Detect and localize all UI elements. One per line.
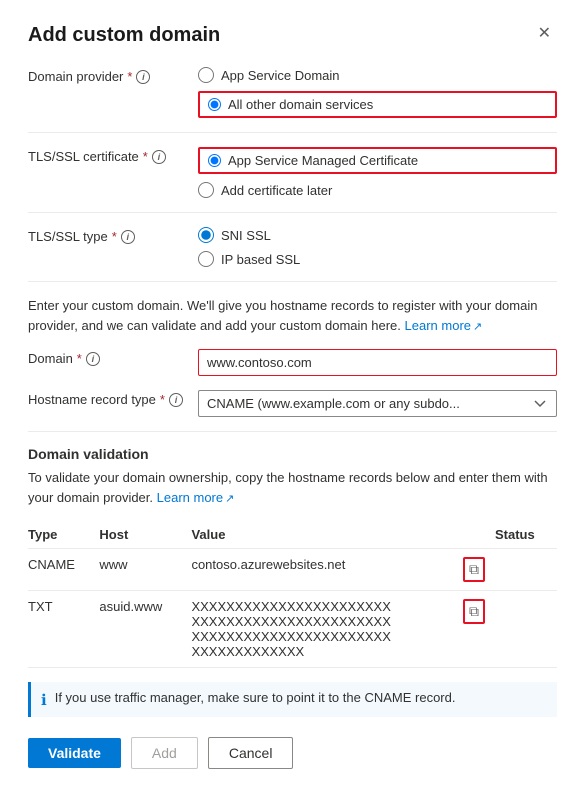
domain-validation-desc: To validate your domain ownership, copy …	[28, 468, 557, 507]
hostname-record-type-row: Hostname record type * i CNAME (www.exam…	[28, 390, 557, 417]
domain-input-wrapper	[198, 349, 557, 376]
required-asterisk-hostname: *	[160, 392, 165, 407]
all-other-domain-radio[interactable]	[208, 98, 221, 111]
app-service-domain-radio[interactable]	[198, 67, 214, 83]
tls-ssl-cert-options: App Service Managed Certificate Add cert…	[198, 147, 557, 198]
domain-provider-info-icon[interactable]: i	[136, 70, 150, 84]
close-button[interactable]: ✕	[532, 24, 557, 44]
txt-status-cell	[495, 591, 557, 668]
app-service-domain-label: App Service Domain	[221, 68, 340, 83]
tls-ssl-type-row: TLS/SSL type * i SNI SSL IP based SSL	[28, 227, 557, 267]
all-other-domain-label: All other domain services	[228, 97, 373, 112]
col-status: Status	[495, 521, 557, 549]
domain-validation-section: Domain validation To validate your domai…	[28, 446, 557, 668]
validation-external-icon: ↗	[225, 491, 234, 508]
tls-ssl-type-label: TLS/SSL type * i	[28, 227, 198, 244]
ip-ssl-radio[interactable]	[198, 251, 214, 267]
cname-status-cell	[495, 549, 557, 591]
copy-icon: ⧉	[469, 561, 479, 578]
hostname-record-select-wrapper: CNAME (www.example.com or any subdo... A…	[198, 390, 557, 417]
add-cert-later-label: Add certificate later	[221, 183, 332, 198]
txt-host-cell: asuid.www	[99, 591, 191, 668]
domain-validation-title: Domain validation	[28, 446, 557, 462]
domain-field-row: Domain * i	[28, 349, 557, 376]
footer-buttons: Validate Add Cancel	[28, 737, 557, 769]
required-asterisk-domain: *	[77, 351, 82, 366]
domain-provider-label: Domain provider * i	[28, 67, 198, 84]
required-asterisk-type: *	[112, 229, 117, 244]
col-value: Value	[191, 521, 461, 549]
hostname-record-type-label: Hostname record type * i	[28, 390, 198, 407]
dialog-title: Add custom domain	[28, 24, 220, 47]
domain-provider-row: Domain provider * i App Service Domain A…	[28, 67, 557, 118]
tls-ssl-certificate-row: TLS/SSL certificate * i App Service Mana…	[28, 147, 557, 198]
cname-value-cell: contoso.azurewebsites.net	[191, 549, 461, 591]
add-cert-later-radio[interactable]	[198, 182, 214, 198]
managed-cert-radio[interactable]	[208, 154, 221, 167]
all-other-domain-highlighted: All other domain services	[198, 91, 557, 118]
ip-ssl-option[interactable]: IP based SSL	[198, 251, 557, 267]
hostname-record-info-icon[interactable]: i	[169, 393, 183, 407]
description-text: Enter your custom domain. We'll give you…	[28, 296, 557, 335]
ip-ssl-label: IP based SSL	[221, 252, 300, 267]
validate-button[interactable]: Validate	[28, 738, 121, 768]
tls-type-info-icon[interactable]: i	[121, 230, 135, 244]
col-copy	[461, 521, 495, 549]
txt-copy-col: ⧉	[461, 591, 495, 668]
tls-cert-info-icon[interactable]: i	[152, 150, 166, 164]
sni-ssl-radio[interactable]	[198, 227, 214, 243]
sni-ssl-label: SNI SSL	[221, 228, 271, 243]
txt-copy-button[interactable]: ⧉	[463, 599, 485, 624]
domain-input[interactable]	[198, 349, 557, 376]
app-service-domain-option[interactable]: App Service Domain	[198, 67, 557, 83]
add-custom-domain-dialog: Add custom domain ✕ Domain provider * i …	[0, 0, 585, 812]
info-banner-text: If you use traffic manager, make sure to…	[55, 690, 456, 705]
cname-type-cell: CNAME	[28, 549, 99, 591]
txt-value-cell: XXXXXXXXXXXXXXXXXXXXXXXXXXXXXXXXXXXXXXXX…	[191, 591, 461, 668]
cname-host-cell: www	[99, 549, 191, 591]
domain-provider-options: App Service Domain All other domain serv…	[198, 67, 557, 118]
cname-copy-button[interactable]: ⧉	[463, 557, 485, 582]
required-asterisk: *	[127, 69, 132, 84]
info-banner: ℹ If you use traffic manager, make sure …	[28, 682, 557, 717]
table-row: CNAME www contoso.azurewebsites.net ⧉	[28, 549, 557, 591]
copy-icon-txt: ⧉	[469, 603, 479, 620]
external-link-icon: ↗	[473, 319, 482, 336]
tls-ssl-type-options: SNI SSL IP based SSL	[198, 227, 557, 267]
managed-cert-label: App Service Managed Certificate	[228, 153, 418, 168]
dialog-header: Add custom domain ✕	[28, 24, 557, 47]
add-cert-later-option[interactable]: Add certificate later	[198, 182, 557, 198]
table-row: TXT asuid.www XXXXXXXXXXXXXXXXXXXXXXXXXX…	[28, 591, 557, 668]
add-button: Add	[131, 737, 198, 769]
txt-type-cell: TXT	[28, 591, 99, 668]
domain-info-icon[interactable]: i	[86, 352, 100, 366]
description-learn-more-link[interactable]: Learn more↗	[405, 318, 483, 333]
validation-table: Type Host Value Status CNAME www contoso…	[28, 521, 557, 668]
managed-cert-highlighted: App Service Managed Certificate	[198, 147, 557, 174]
domain-label: Domain * i	[28, 349, 198, 366]
col-host: Host	[99, 521, 191, 549]
tls-ssl-certificate-label: TLS/SSL certificate * i	[28, 147, 198, 164]
col-type: Type	[28, 521, 99, 549]
info-banner-icon: ℹ	[41, 691, 47, 709]
cancel-button[interactable]: Cancel	[208, 737, 294, 769]
required-asterisk-tls: *	[143, 149, 148, 164]
cname-copy-col: ⧉	[461, 549, 495, 591]
hostname-record-select[interactable]: CNAME (www.example.com or any subdo... A…	[198, 390, 557, 417]
sni-ssl-option[interactable]: SNI SSL	[198, 227, 557, 243]
validation-learn-more-link[interactable]: Learn more↗	[157, 490, 235, 505]
